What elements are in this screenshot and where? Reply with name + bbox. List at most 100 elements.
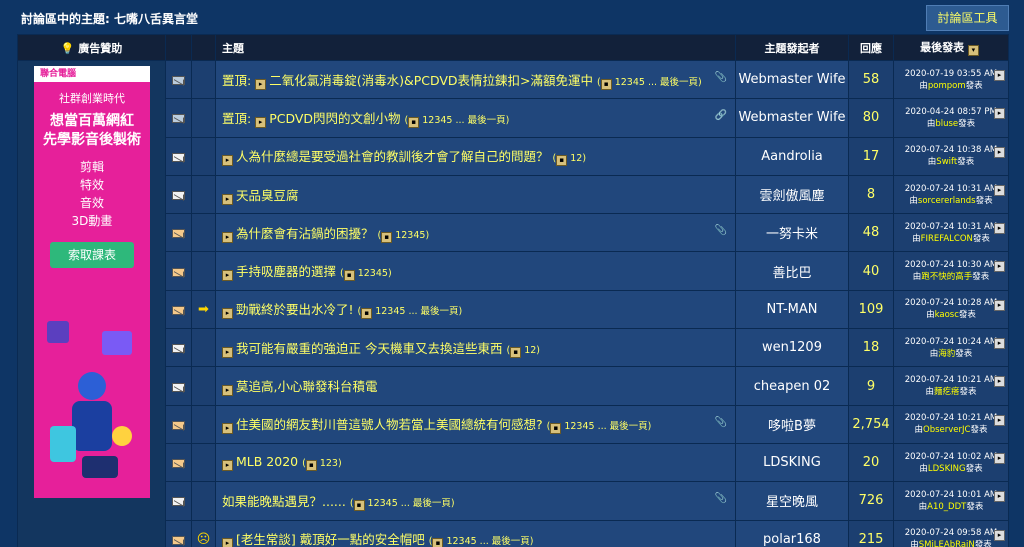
new-post-icon[interactable]: ▸ xyxy=(222,538,233,547)
go-to-last-post-icon[interactable]: ▸ xyxy=(994,261,1005,273)
thread-pages[interactable]: (▪ 12345) xyxy=(378,230,429,243)
thread-starter[interactable]: Webmaster Wife xyxy=(735,98,849,138)
starter-column-header[interactable]: 主題發起者 xyxy=(735,34,849,61)
thread-title-link[interactable]: 人為什麼總是要受過社會的教訓後才會了解自己的問題？ xyxy=(236,149,549,164)
last-post-user[interactable]: ObserverJC xyxy=(923,425,970,435)
thread-title-link[interactable]: 二氧化氯消毒錠(消毒水)&PCDVD表情拉鍊扣>滿額免運中 xyxy=(269,73,593,88)
last-post-user[interactable]: SMiLEAbRaiN xyxy=(919,540,975,547)
thread-topic-cell: ▸ 天品臭豆腐 xyxy=(215,174,736,215)
thread-replies[interactable]: 215 xyxy=(848,519,894,547)
go-to-last-post-icon[interactable]: ▸ xyxy=(994,223,1005,235)
thread-title-link[interactable]: 住美國的網友對川普這號人物若當上美國總統有何感想? xyxy=(236,417,543,432)
thread-starter[interactable]: Webmaster Wife xyxy=(735,59,849,100)
thread-pages[interactable]: (▪ 12) xyxy=(553,153,586,167)
last-post-user[interactable]: 海豹 xyxy=(938,349,955,359)
go-to-last-post-icon[interactable]: ▸ xyxy=(994,146,1005,158)
thread-starter[interactable]: 星空晚風 xyxy=(735,481,849,521)
thread-pages[interactable]: (▪ 12) xyxy=(506,345,540,358)
thread-replies[interactable]: 2,754 xyxy=(848,404,894,444)
thread-starter[interactable]: NT-MAN xyxy=(735,289,849,330)
ad-cta-button[interactable]: 索取課表 xyxy=(50,242,134,268)
last-post-user[interactable]: 麵疙瘩 xyxy=(934,387,960,397)
thread-pages[interactable]: (▪ 12345 ... 最後一頁) xyxy=(547,421,651,435)
thread-pages[interactable]: (▪ 12345) xyxy=(340,268,392,282)
new-post-icon[interactable]: ▸ xyxy=(222,423,233,435)
go-to-last-post-icon[interactable]: ▸ xyxy=(994,376,1005,388)
new-post-icon[interactable]: ▸ xyxy=(222,460,233,472)
forum-title: 討論區中的主題: 七嘴八舌異言堂 xyxy=(21,12,198,26)
thread-replies[interactable]: 109 xyxy=(848,289,894,330)
new-post-icon[interactable]: ▸ xyxy=(222,155,233,167)
last-post-user[interactable]: pompom xyxy=(928,81,966,91)
last-post-user[interactable]: bluse xyxy=(935,119,958,129)
go-to-last-post-icon[interactable]: ▸ xyxy=(994,184,1005,196)
last-post-user[interactable]: FIREFALCON xyxy=(921,234,973,244)
thread-pages[interactable]: (▪ 12345 ... 最後一頁) xyxy=(597,77,702,90)
thread-replies[interactable]: 18 xyxy=(848,328,894,368)
go-to-last-post-icon[interactable]: ▸ xyxy=(994,491,1005,503)
new-post-icon[interactable]: ▸ xyxy=(222,231,233,243)
new-post-icon[interactable]: ▸ xyxy=(222,385,233,397)
thread-starter[interactable]: wen1209 xyxy=(735,328,849,368)
hot-envelope-icon xyxy=(172,267,185,277)
thread-title-link[interactable]: 天品臭豆腐 xyxy=(236,188,299,203)
thread-title-link[interactable]: 為什麼會有沾鍋的困擾？ xyxy=(236,226,374,241)
thread-title-link[interactable]: MLB 2020 xyxy=(236,454,298,469)
new-post-icon[interactable]: ▸ xyxy=(222,308,233,320)
sponsor-ad[interactable]: 聯合電腦 社群創業時代 想當百萬網紅 先學影音後製術 剪輯 特效 音效 3D動畫… xyxy=(34,66,150,498)
thread-title-link[interactable]: 如果能晚點遇見？...... xyxy=(222,494,346,509)
thread-replies[interactable]: 726 xyxy=(848,481,894,521)
thread-title-link[interactable]: [老生常談] 戴頂好一點的安全帽吧 xyxy=(236,532,425,547)
new-post-icon[interactable]: ▸ xyxy=(255,78,267,90)
last-post-user[interactable]: Swift xyxy=(936,157,957,167)
thread-starter[interactable]: Aandrolia xyxy=(735,136,849,176)
thread-replies[interactable]: 9 xyxy=(848,366,894,406)
go-to-last-post-icon[interactable]: ▸ xyxy=(994,338,1005,350)
topic-column-header[interactable]: 主題 xyxy=(215,34,736,61)
last-post-user[interactable]: sorcererlands xyxy=(918,196,976,206)
last-post-column-header[interactable]: 最後發表 ▾ xyxy=(893,34,1009,61)
new-post-icon[interactable]: ▸ xyxy=(255,116,267,128)
last-post-by: 由kaosc發表 xyxy=(926,310,976,321)
go-to-last-post-icon[interactable]: ▸ xyxy=(994,452,1005,464)
thread-pages[interactable]: (▪ 12345 ... 最後一頁) xyxy=(358,306,462,320)
thread-replies[interactable]: 40 xyxy=(848,251,894,291)
thread-pages[interactable]: (▪ 12345 ... 最後一頁) xyxy=(350,498,455,511)
last-post-user[interactable]: LDSKING xyxy=(928,464,966,474)
new-post-icon[interactable]: ▸ xyxy=(222,346,233,358)
last-post-date: 2020-04-24 08:57 PM xyxy=(905,106,997,117)
thread-starter[interactable]: 雲劍傲風塵 xyxy=(735,174,849,215)
thread-replies[interactable]: 58 xyxy=(848,59,894,100)
thread-pages[interactable]: (▪ 12345 ... 最後一頁) xyxy=(405,115,509,128)
go-to-last-post-icon[interactable]: ▸ xyxy=(994,70,1005,81)
thread-replies[interactable]: 80 xyxy=(848,98,894,138)
thread-pages[interactable]: (▪ 12345 ... 最後一頁) xyxy=(429,536,533,547)
thread-starter[interactable]: LDSKING xyxy=(735,442,849,483)
replies-column-header[interactable]: 回應 xyxy=(848,34,894,61)
thread-title-link[interactable]: PCDVD閃閃的文創小物 xyxy=(269,111,400,126)
go-to-last-post-icon[interactable]: ▸ xyxy=(994,529,1005,541)
thread-starter[interactable]: 哆啦B夢 xyxy=(735,404,849,444)
thread-title-link[interactable]: 莫追高,小心聯發科台積電 xyxy=(236,379,377,394)
thread-title-link[interactable]: 手持吸塵器的選擇 xyxy=(236,264,336,279)
go-to-last-post-icon[interactable]: ▸ xyxy=(994,299,1005,311)
new-post-icon[interactable]: ▸ xyxy=(222,193,233,205)
last-post-user[interactable]: 跑不快的高手 xyxy=(921,272,972,282)
thread-starter[interactable]: 善比巴 xyxy=(735,251,849,291)
new-post-icon[interactable]: ▸ xyxy=(222,270,233,282)
thread-starter[interactable]: 一努卡米 xyxy=(735,213,849,253)
thread-replies[interactable]: 20 xyxy=(848,442,894,483)
thread-replies[interactable]: 8 xyxy=(848,174,894,215)
thread-replies[interactable]: 17 xyxy=(848,136,894,176)
thread-title-link[interactable]: 我可能有嚴重的強迫正 今天機車又去換這些東西 xyxy=(236,341,502,356)
thread-title-link[interactable]: 勁戰終於要出水冷了! xyxy=(236,302,354,317)
go-to-last-post-icon[interactable]: ▸ xyxy=(994,108,1005,120)
thread-replies[interactable]: 48 xyxy=(848,213,894,253)
thread-pages[interactable]: (▪ 123) xyxy=(302,458,342,472)
go-to-last-post-icon[interactable]: ▸ xyxy=(994,414,1005,426)
last-post-user[interactable]: kaosc xyxy=(935,310,959,320)
thread-starter[interactable]: polar168 xyxy=(735,519,849,547)
thread-starter[interactable]: cheapen 02 xyxy=(735,366,849,406)
last-post-user[interactable]: A10_DDT xyxy=(927,502,966,512)
forum-tools-button[interactable]: 討論區工具 xyxy=(926,5,1009,31)
